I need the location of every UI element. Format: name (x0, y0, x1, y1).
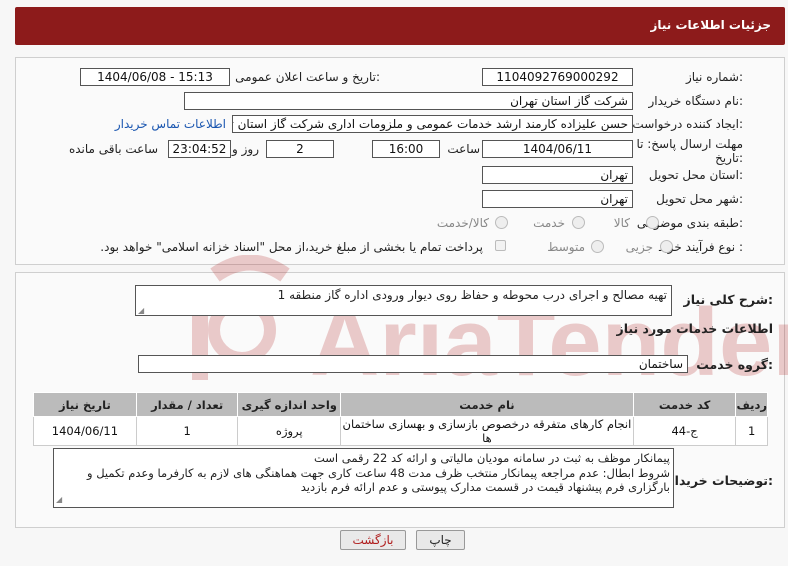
process-option-minor: جزیی (625, 240, 653, 254)
service-group-field: ساختمان (138, 355, 688, 373)
cell-service-code: ج-44 (632, 416, 737, 446)
summary-text: تهیه مصالح و اجرای درب محوطه و حفاظ روی … (277, 288, 667, 302)
page-title: جزئیات اطلاعات نیاز (650, 18, 771, 32)
process-radio-medium[interactable] (591, 240, 604, 253)
announce-label: تاریخ و ساعت اعلان عمومی: (235, 70, 380, 84)
cell-need-date: 1404/06/11 (33, 416, 137, 446)
process-radio-minor[interactable] (660, 240, 673, 253)
buyer-notes-label: توضیحات خریدار: (667, 473, 773, 488)
table-header-row: تاریخ نیاز تعداد / مقدار واحد اندازه گیر… (33, 392, 768, 417)
category-option-goods: کالا (613, 216, 630, 230)
province-label: استان محل تحویل: (648, 168, 743, 182)
cell-row: 1 (735, 416, 768, 446)
need-number-field: 1104092769000292 (482, 68, 633, 86)
buyer-notes-line3: بارگزاری فرم پیشنهاد قیمت در قسمت مدارک … (300, 480, 670, 494)
deadline-date-field: 1404/06/11 (482, 140, 633, 158)
announce-field: 1404/06/08 - 15:13 (80, 68, 230, 86)
services-section-title: اطلاعات خدمات مورد نیاز (616, 321, 774, 336)
cell-service-name: انجام کارهای متفرقه درخصوص بازسازی و بهس… (340, 416, 634, 446)
resize-grip-icon: ◢ (56, 494, 63, 504)
cell-unit: پروژه (237, 416, 342, 446)
service-group-label: گروه خدمت: (696, 357, 773, 372)
category-radio-service[interactable] (572, 216, 585, 229)
category-option-goods-service: کالا/خدمت (436, 216, 489, 230)
city-field: تهران (482, 190, 633, 208)
buyer-notes-line1: پیمانکار موظف به ثبت در سامانه مودیان ما… (313, 451, 670, 465)
payment-checkbox[interactable] (495, 240, 506, 251)
buyer-notes-line2: شروط ابطال: عدم مراجعه پیمانکار منتخب ظر… (87, 465, 670, 480)
back-button[interactable]: بازگشت (340, 530, 406, 550)
table-row: 1404/06/11 1 پروژه انجام کارهای متفرقه د… (33, 416, 768, 446)
category-radio-goods-service[interactable] (495, 216, 508, 229)
remaining-time-field: 23:04:52 (168, 140, 231, 158)
buyer-org-field: شرکت گاز استان تهران (184, 92, 633, 110)
col-service-code: کد خدمت (632, 392, 737, 417)
print-button[interactable]: چاپ (416, 530, 465, 550)
creator-label: ایجاد کننده درخواست: (632, 117, 743, 131)
days-field: 2 (266, 140, 334, 158)
buyer-org-label: نام دستگاه خریدار: (648, 94, 744, 108)
deadline-time-field: 16:00 (372, 140, 440, 158)
creator-field: حسن علیزاده کارمند ارشد خدمات عمومی و مل… (232, 115, 633, 133)
remaining-label: ساعت باقی مانده (68, 142, 158, 156)
city-label: شهر محل تحویل: (656, 192, 743, 206)
deadline-label-line2: تاریخ: (715, 151, 743, 165)
payment-note: پرداخت تمام یا بخشی از مبلغ خرید،از محل … (100, 240, 483, 254)
col-need-date: تاریخ نیاز (33, 392, 137, 417)
col-quantity: تعداد / مقدار (135, 392, 239, 417)
col-service-name: نام خدمت (340, 392, 634, 417)
col-row: ردیف (735, 392, 768, 417)
summary-box: تهیه مصالح و اجرای درب محوطه و حفاظ روی … (135, 285, 672, 316)
buyer-notes-box: پیمانکار موظف به ثبت در سامانه مودیان ما… (53, 448, 674, 508)
days-label: روز و (232, 142, 259, 156)
services-table: تاریخ نیاز تعداد / مقدار واحد اندازه گیر… (33, 392, 768, 446)
cell-quantity: 1 (135, 416, 239, 446)
page-header: جزئیات اطلاعات نیاز (15, 7, 785, 45)
resize-grip-icon: ◢ (138, 306, 145, 315)
category-radio-goods[interactable] (646, 216, 659, 229)
col-unit: واحد اندازه گیری (237, 392, 342, 417)
deadline-label-line1: مهلت ارسال پاسخ: تا (636, 137, 743, 151)
process-option-medium: متوسط (547, 240, 585, 254)
summary-label: شرح کلی نیاز: (683, 292, 774, 307)
buyer-contact-link[interactable]: اطلاعات تماس خریدار (115, 117, 226, 131)
info-panel (15, 57, 785, 265)
category-option-service: خدمت (533, 216, 565, 230)
need-number-label: شماره نیاز: (685, 70, 743, 84)
province-field: تهران (482, 166, 633, 184)
hour-label: ساعت (447, 142, 480, 156)
